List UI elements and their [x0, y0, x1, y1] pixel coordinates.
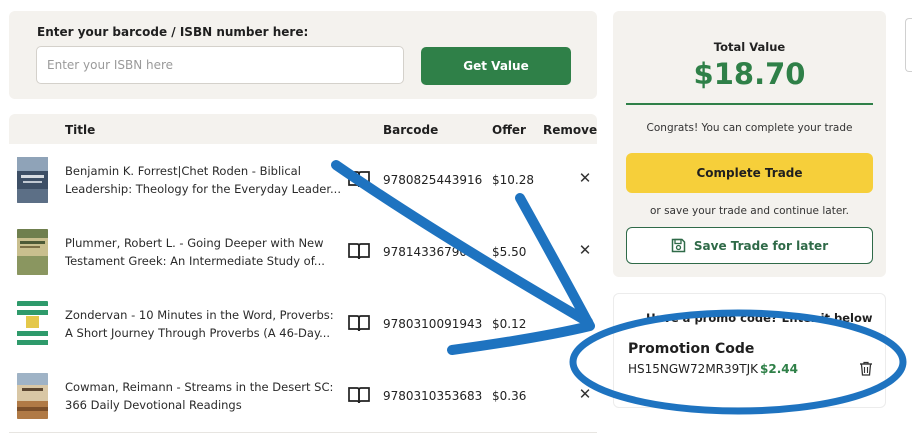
open-book-icon[interactable]: [348, 242, 370, 260]
open-book-icon[interactable]: [348, 170, 370, 188]
item-barcode: 9780310353683: [383, 389, 483, 403]
promo-title: Promotion Code: [628, 341, 755, 357]
get-value-button[interactable]: Get Value: [421, 47, 571, 85]
item-title-line: Testament Greek: An Intermediate Study o…: [65, 254, 325, 268]
table-row: Benjamin K. Forrest|Chet Roden - Biblica…: [9, 144, 597, 217]
item-title-line: Zondervan - 10 Minutes in the Word, Prov…: [65, 308, 334, 322]
remove-item-button[interactable]: ✕: [577, 170, 593, 186]
congrats-message: Congrats! You can complete your trade: [646, 122, 853, 134]
trade-summary-panel: Total Value $18.70 Congrats! You can com…: [613, 11, 886, 277]
item-title-line: Leadership: Theology for the Everyday Le…: [65, 182, 341, 196]
item-title-line: 366 Daily Devotional Readings: [65, 398, 242, 412]
item-title[interactable]: Plummer, Robert L. - Going Deeper with N…: [65, 234, 343, 270]
remove-item-button[interactable]: ✕: [577, 242, 593, 258]
table-header: Title Barcode Offer Remove: [9, 114, 597, 144]
promo-code-panel: Have a promo code? Enter it below Promot…: [613, 293, 886, 408]
column-header-barcode: Barcode: [383, 123, 439, 137]
promo-discount-amount: $2.44: [760, 362, 798, 376]
complete-trade-button[interactable]: Complete Trade: [626, 153, 873, 193]
item-title[interactable]: Cowman, Reimann - Streams in the Desert …: [65, 378, 343, 414]
promo-code-value: HS15NGW72MR39TJK: [628, 362, 759, 376]
save-note: or save your trade and continue later.: [650, 205, 849, 217]
column-header-remove: Remove: [543, 123, 598, 137]
table-row: Cowman, Reimann - Streams in the Desert …: [9, 360, 597, 433]
floppy-disk-icon: [671, 238, 686, 253]
isbn-search-label: Enter your barcode / ISBN number here:: [37, 25, 309, 39]
table-row: Plummer, Robert L. - Going Deeper with N…: [9, 216, 597, 289]
item-title-line: Plummer, Robert L. - Going Deeper with N…: [65, 236, 324, 250]
item-barcode: 9780825443916: [383, 173, 483, 187]
item-title-line: Cowman, Reimann - Streams in the Desert …: [65, 380, 334, 394]
item-title-line: Benjamin K. Forrest|Chet Roden - Biblica…: [65, 164, 301, 178]
promo-prompt: Have a promo code? Enter it below: [646, 311, 873, 325]
remove-item-button[interactable]: ✕: [577, 314, 593, 330]
divider: [626, 103, 873, 105]
item-offer: $0.36: [492, 389, 527, 403]
isbn-search-panel: Enter your barcode / ISBN number here: G…: [9, 11, 597, 99]
item-offer: $10.28: [492, 173, 534, 187]
book-cover-image: [17, 157, 48, 203]
trash-icon[interactable]: [859, 361, 873, 376]
side-tab-edge: [905, 18, 912, 72]
item-offer: $0.12: [492, 317, 527, 331]
open-book-icon[interactable]: [348, 314, 370, 332]
column-header-title: Title: [65, 123, 96, 137]
table-row: Zondervan - 10 Minutes in the Word, Prov…: [9, 288, 597, 361]
item-title[interactable]: Zondervan - 10 Minutes in the Word, Prov…: [65, 306, 343, 342]
book-cover-image: [17, 229, 48, 275]
book-cover-image: [17, 373, 48, 419]
item-title-line: A Short Journey Through Proverbs (A 46-D…: [65, 326, 331, 340]
save-trade-button[interactable]: Save Trade for later: [626, 227, 873, 264]
item-offer: $5.50: [492, 245, 527, 259]
total-value-label: Total Value: [713, 40, 786, 54]
item-barcode: 978143367900: [383, 245, 475, 259]
save-trade-label: Save Trade for later: [693, 238, 829, 253]
item-title[interactable]: Benjamin K. Forrest|Chet Roden - Biblica…: [65, 162, 343, 198]
open-book-icon[interactable]: [348, 386, 370, 404]
remove-item-button[interactable]: ✕: [577, 386, 593, 402]
column-header-offer: Offer: [492, 123, 526, 137]
item-barcode: 9780310091943: [383, 317, 483, 331]
book-cover-image: [17, 301, 48, 347]
isbn-input[interactable]: [36, 46, 404, 84]
total-value-amount: $18.70: [693, 57, 806, 91]
